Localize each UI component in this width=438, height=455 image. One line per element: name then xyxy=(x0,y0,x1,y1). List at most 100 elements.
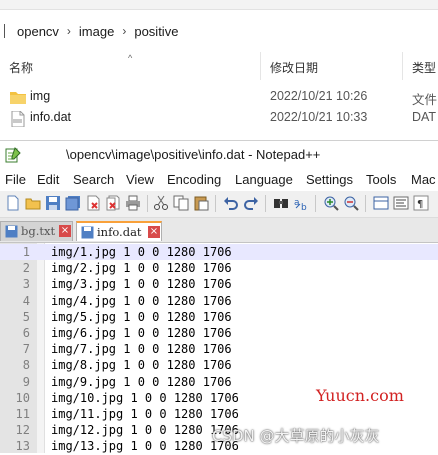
file-type: 文件 xyxy=(412,93,438,107)
line-number: 11 xyxy=(15,407,30,421)
close-all-icon[interactable] xyxy=(105,195,121,211)
undo-icon[interactable] xyxy=(223,195,239,211)
column-header: ^ 名称 修改日期 类型 xyxy=(0,52,438,80)
line-number: 1 xyxy=(22,245,30,259)
column-name[interactable]: 名称 xyxy=(9,59,33,76)
tab-bg-txt[interactable]: bg.txt × xyxy=(0,221,73,241)
toolbar-separator xyxy=(315,195,316,212)
sync-scroll-icon[interactable] xyxy=(373,195,389,211)
close-icon[interactable] xyxy=(85,195,101,211)
line-text[interactable]: img/2.jpg 1 0 0 1280 1706 xyxy=(51,260,232,276)
editor-line[interactable]: 6 img/6.jpg 1 0 0 1280 1706 xyxy=(0,325,438,341)
notepad-app-icon xyxy=(5,147,21,163)
show-all-characters-icon[interactable]: ¶ xyxy=(413,195,429,211)
editor-line[interactable]: 3 img/3.jpg 1 0 0 1280 1706 xyxy=(0,276,438,292)
replace-icon[interactable]: ab xyxy=(293,195,309,211)
zoom-out-icon[interactable] xyxy=(343,195,359,211)
toolbar-separator xyxy=(365,195,366,212)
sort-ascending-icon: ^ xyxy=(128,53,133,63)
breadcrumb[interactable]: opencv › image › positive xyxy=(0,18,438,44)
file-type: DAT xyxy=(412,110,437,124)
column-divider[interactable] xyxy=(260,52,261,80)
chevron-right-icon[interactable]: › xyxy=(63,24,75,38)
editor-line[interactable]: 2 img/2.jpg 1 0 0 1280 1706 xyxy=(0,260,438,276)
file-row-info-dat[interactable]: info.dat 2022/10/21 10:33 DAT xyxy=(0,108,438,129)
explorer-top-strip xyxy=(0,0,438,10)
editor-line[interactable]: 7 img/7.jpg 1 0 0 1280 1706 xyxy=(0,341,438,357)
line-number: 8 xyxy=(22,358,30,373)
editor-line[interactable]: 8 img/8.jpg 1 0 0 1280 1706 xyxy=(0,357,438,373)
svg-text:b: b xyxy=(301,203,307,211)
line-number: 5 xyxy=(22,309,30,324)
save-all-icon[interactable] xyxy=(65,195,81,211)
line-number: 3 xyxy=(22,277,30,292)
cut-icon[interactable] xyxy=(153,195,169,211)
open-file-icon[interactable] xyxy=(25,195,41,211)
line-number: 9 xyxy=(22,374,30,389)
line-number: 2 xyxy=(22,261,30,276)
line-text[interactable]: img/7.jpg 1 0 0 1280 1706 xyxy=(51,341,232,357)
close-icon[interactable]: × xyxy=(148,226,160,238)
print-icon[interactable] xyxy=(125,195,141,211)
toolbar-separator xyxy=(147,195,148,212)
line-number: 6 xyxy=(22,326,30,340)
line-number: 4 xyxy=(22,293,30,308)
menu-macro[interactable]: Mac xyxy=(411,172,436,187)
column-modified[interactable]: 修改日期 xyxy=(270,59,318,76)
menu-search[interactable]: Search xyxy=(73,172,114,187)
line-number: 10 xyxy=(15,390,30,405)
line-text[interactable]: img/5.jpg 1 0 0 1280 1706 xyxy=(51,309,232,325)
menu-encoding[interactable]: Encoding xyxy=(167,172,221,187)
save-icon[interactable] xyxy=(45,195,61,211)
line-number: 7 xyxy=(22,342,30,357)
breadcrumb-item-opencv[interactable]: opencv xyxy=(13,24,63,39)
column-type[interactable]: 类型 xyxy=(412,59,436,76)
notepad-window: \opencv\image\positive\info.dat - Notepa… xyxy=(0,140,438,453)
menu-file[interactable]: File xyxy=(5,172,26,187)
close-icon[interactable]: × xyxy=(59,225,71,237)
column-divider[interactable] xyxy=(402,52,403,80)
file-modified: 2022/10/21 10:33 xyxy=(270,110,368,124)
line-text[interactable]: img/12.jpg 1 0 0 1280 1706 xyxy=(51,422,239,438)
menu-edit[interactable]: Edit xyxy=(37,172,59,187)
editor[interactable]: 1 img/1.jpg 1 0 0 1280 1706 2 img/2.jpg 1 0… xyxy=(0,243,438,453)
title-bar[interactable]: \opencv\image\positive\info.dat - Notepa… xyxy=(0,141,438,169)
menu-view[interactable]: View xyxy=(126,172,154,187)
find-icon[interactable] xyxy=(273,195,289,211)
menu-language[interactable]: Language xyxy=(235,172,293,187)
line-text[interactable]: img/6.jpg 1 0 0 1280 1706 xyxy=(51,325,232,341)
breadcrumb-item-image[interactable]: image xyxy=(75,24,118,39)
copy-icon[interactable] xyxy=(173,195,189,211)
site-watermark: Yuucn.com xyxy=(316,386,404,405)
redo-icon[interactable] xyxy=(243,195,259,211)
breadcrumb-item-positive[interactable]: positive xyxy=(130,24,182,39)
editor-line[interactable]: 11 img/11.jpg 1 0 0 1280 1706 xyxy=(0,406,438,422)
menu-bar: File Edit Search View Encoding Language … xyxy=(0,169,438,191)
credit-watermark: CSDN @大草原的小灰灰 xyxy=(212,427,380,445)
line-text[interactable]: img/11.jpg 1 0 0 1280 1706 xyxy=(51,406,239,422)
line-text[interactable]: img/10.jpg 1 0 0 1280 1706 xyxy=(51,390,239,406)
menu-settings[interactable]: Settings xyxy=(306,172,353,187)
tab-info-dat[interactable]: info.dat × xyxy=(76,221,162,241)
chevron-right-icon[interactable]: › xyxy=(118,24,130,38)
paste-icon[interactable] xyxy=(193,195,209,211)
line-text[interactable]: img/9.jpg 1 0 0 1280 1706 xyxy=(51,374,232,390)
menu-tools[interactable]: Tools xyxy=(366,172,396,187)
editor-line[interactable]: 1 img/1.jpg 1 0 0 1280 1706 xyxy=(0,244,438,261)
tab-label: bg.txt xyxy=(21,224,56,238)
word-wrap-icon[interactable] xyxy=(393,195,409,211)
line-text[interactable]: img/4.jpg 1 0 0 1280 1706 xyxy=(51,293,232,309)
window-title: \opencv\image\positive\info.dat - Notepa… xyxy=(66,147,321,162)
dat-file-icon xyxy=(10,110,26,128)
line-text[interactable]: img/8.jpg 1 0 0 1280 1706 xyxy=(51,357,232,373)
file-row-img[interactable]: img 2022/10/21 10:26 文件 xyxy=(0,87,438,108)
line-text[interactable]: img/1.jpg 1 0 0 1280 1706 xyxy=(51,244,232,260)
editor-line[interactable]: 4 img/4.jpg 1 0 0 1280 1706 xyxy=(0,293,438,309)
file-name: img xyxy=(30,89,51,103)
zoom-in-icon[interactable] xyxy=(323,195,339,211)
address-edge xyxy=(4,24,13,38)
tab-bar: bg.txt × info.dat × xyxy=(0,218,438,243)
line-text[interactable]: img/3.jpg 1 0 0 1280 1706 xyxy=(51,276,232,292)
editor-line[interactable]: 5 img/5.jpg 1 0 0 1280 1706 xyxy=(0,309,438,325)
new-file-icon[interactable] xyxy=(5,195,21,211)
